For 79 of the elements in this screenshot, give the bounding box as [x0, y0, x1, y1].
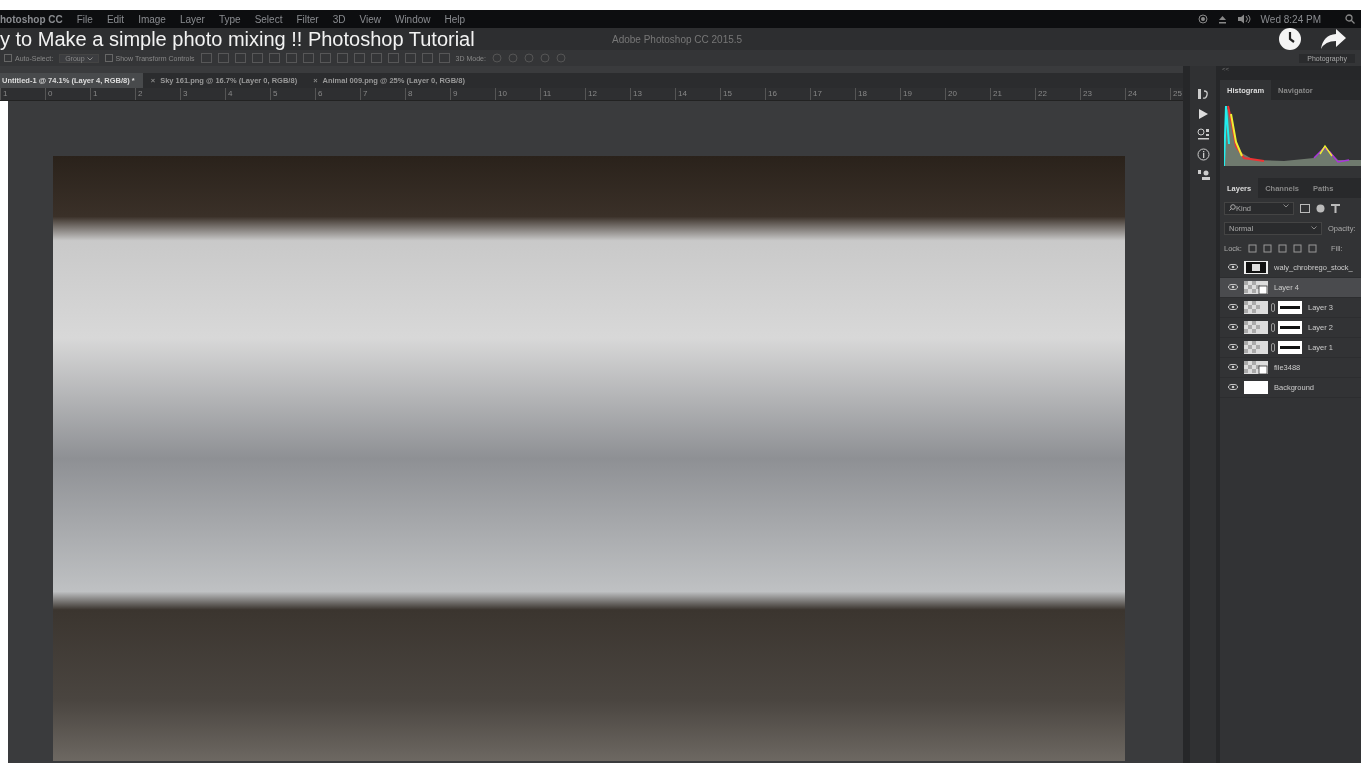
layer-thumbnail: [1244, 261, 1268, 274]
ruler-number: 17: [810, 88, 855, 100]
ruler-number: 22: [1035, 88, 1080, 100]
share-icon[interactable]: [1320, 29, 1346, 49]
history-icon[interactable]: [1197, 88, 1209, 100]
layer-thumbnail: [1244, 301, 1268, 314]
ruler-number: 20: [945, 88, 990, 100]
caret-icon: [1311, 226, 1317, 230]
caret-icon: [1283, 203, 1289, 208]
stamp-icon[interactable]: [1196, 169, 1210, 181]
ruler-number: 4: [225, 88, 270, 100]
eye-icon[interactable]: [1228, 284, 1238, 290]
menu-item[interactable]: 3D: [332, 13, 346, 25]
eye-icon[interactable]: [1228, 384, 1238, 390]
menu-item[interactable]: File: [76, 13, 93, 25]
ruler-number: 23: [1080, 88, 1125, 100]
chain-icon: [1271, 303, 1275, 312]
clock-text: Wed 8:24 PM: [1260, 13, 1321, 25]
menu-item[interactable]: Filter: [296, 13, 319, 25]
ruler-number: 18: [855, 88, 900, 100]
layer-mask-thumbnail: [1278, 321, 1302, 334]
ruler-number: 5: [270, 88, 315, 100]
menu-item[interactable]: Select: [254, 13, 283, 25]
properties-icon[interactable]: [1196, 128, 1210, 140]
ruler-number: 12: [585, 88, 630, 100]
menu-item[interactable]: hotoshop CC: [0, 13, 63, 25]
ruler-number: 10: [495, 88, 540, 100]
menu-item[interactable]: Help: [444, 13, 466, 25]
ruler-number: 9: [450, 88, 495, 100]
image-filter-icon[interactable]: [1300, 203, 1310, 213]
ruler-number: 7: [360, 88, 405, 100]
menu-item[interactable]: Type: [218, 13, 241, 25]
chain-icon: [1271, 343, 1275, 352]
adjustment-filter-icon[interactable]: [1316, 203, 1325, 213]
eye-icon[interactable]: [1228, 344, 1238, 350]
ruler-number: 11: [540, 88, 585, 100]
eye-icon[interactable]: [1228, 364, 1238, 370]
eye-icon[interactable]: [1228, 304, 1238, 310]
play-icon[interactable]: [1197, 108, 1209, 120]
ruler-number: 2: [135, 88, 180, 100]
search-icon: [1229, 203, 1236, 211]
app-title: Adobe Photoshop CC 2015.5: [612, 33, 743, 45]
video-title: y to Make a simple photo mixing !! Photoshop Tutorial: [0, 28, 475, 50]
caret-icon: [86, 56, 93, 61]
layer-thumbnail: [1244, 361, 1268, 374]
menu-item[interactable]: View: [359, 13, 381, 25]
layer-thumbnail: [1244, 341, 1268, 354]
info-icon[interactable]: [1196, 148, 1210, 161]
volume-icon[interactable]: [1236, 14, 1251, 24]
ruler-number: 16: [765, 88, 810, 100]
ruler-number: 8: [405, 88, 450, 100]
ruler-number: 24: [1125, 88, 1170, 100]
layer-thumbnail: [1244, 281, 1268, 294]
eye-icon[interactable]: [1228, 324, 1238, 330]
chain-icon: [1271, 323, 1275, 332]
layer-mask-thumbnail: [1278, 341, 1302, 354]
clock-icon[interactable]: [1278, 27, 1302, 51]
ruler-number: 15: [720, 88, 765, 100]
layer-thumbnail: [1244, 321, 1268, 334]
menu-item[interactable]: Window: [394, 13, 431, 25]
ruler-number: 19: [900, 88, 945, 100]
menu-item[interactable]: Image: [138, 13, 166, 25]
type-filter-icon[interactable]: [1331, 203, 1340, 213]
menu-item[interactable]: Layer: [179, 13, 205, 25]
ruler-number: 3: [180, 88, 225, 100]
ruler-number: 1: [0, 88, 45, 100]
ruler-number: 21: [990, 88, 1035, 100]
ruler-number: 1: [90, 88, 135, 100]
record-icon[interactable]: [1197, 14, 1208, 24]
ruler-number: 6: [315, 88, 360, 100]
ruler-number: 13: [630, 88, 675, 100]
layer-mask-thumbnail: [1278, 301, 1302, 314]
menu-item[interactable]: Edit: [106, 13, 125, 25]
eye-icon[interactable]: [1228, 264, 1238, 270]
ruler-number: 14: [675, 88, 720, 100]
ruler-number: 0: [45, 88, 90, 100]
search-icon[interactable]: [1345, 14, 1355, 24]
layer-thumbnail: [1244, 381, 1268, 394]
eject-icon[interactable]: [1217, 14, 1227, 24]
